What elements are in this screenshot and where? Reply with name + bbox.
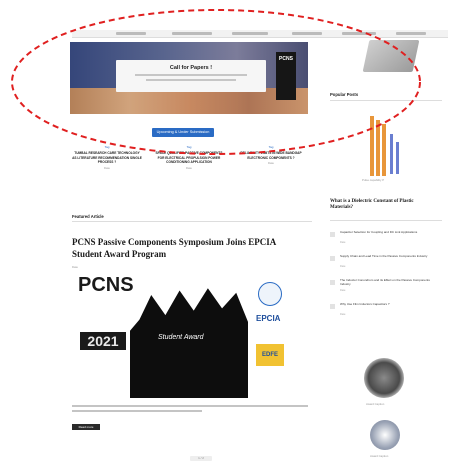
badge-caption: Award Caption <box>370 454 389 458</box>
nav-link-6[interactable] <box>396 32 426 35</box>
post-date: Date <box>340 265 346 268</box>
pcns-logo: PCNS <box>276 52 296 100</box>
top-navigation <box>72 30 448 38</box>
news-date: Date <box>186 165 192 170</box>
related-posts-list: Capacitor Selection for Coupling and DC … <box>330 230 440 326</box>
post-date: Date <box>340 289 346 292</box>
hero-subtext-line <box>146 79 236 81</box>
post-title[interactable]: Capacitor Selection for Coupling and DC … <box>340 230 434 234</box>
chart-bar <box>382 124 386 176</box>
featured-article-title[interactable]: PCNS Passive Components Symposium Joins … <box>72 236 308 260</box>
list-item[interactable]: Why Use Film Inductors Capacitors ? Date <box>330 302 440 326</box>
badge-caption: Award Caption <box>366 402 385 406</box>
list-item[interactable]: Supply Chain and Lead Time in the Passiv… <box>330 254 440 278</box>
news-tag[interactable]: Tag <box>154 145 224 149</box>
featured-excerpt <box>72 405 308 416</box>
sidebar-post-title[interactable]: What is a Dielectric Constant of Plastic… <box>330 199 434 211</box>
sidebar-divider <box>330 100 442 101</box>
post-date: Date <box>340 313 346 316</box>
news-date: Date <box>268 161 274 165</box>
award-pcns-logo: PCNS <box>78 274 134 296</box>
epcia-logo: EPCIA <box>256 314 281 323</box>
student-award-caption: Student Award <box>158 334 204 341</box>
student-award-image[interactable]: PCNS 2021 Student Award EPCIA EDFE <box>72 272 310 398</box>
chart-caption: Pulse capability P <box>362 178 385 182</box>
award-year: 2021 <box>80 332 126 350</box>
award-badge-icon[interactable] <box>364 358 404 398</box>
news-date: Date <box>104 165 110 170</box>
hero-banner[interactable]: Call for Papers ! PCNS <box>70 42 308 114</box>
post-thumbnail <box>330 256 335 261</box>
popular-posts-heading: Popular Posts <box>330 92 359 97</box>
post-thumbnail <box>330 280 335 285</box>
news-title[interactable]: TUMBAL RESEARCH CARE TECHNOLOGY AS LITER… <box>72 151 142 165</box>
news-item[interactable]: Tag TUMBAL RESEARCH CARE TECHNOLOGY AS L… <box>72 145 142 170</box>
popular-post-chart-image[interactable]: Pulse capability P <box>346 114 422 186</box>
news-item[interactable]: Tag RELIABILITY LIMITS IN WIDE BANDGAP E… <box>236 145 306 165</box>
section-divider <box>72 221 312 222</box>
news-title[interactable]: RELIABILITY LIMITS IN WIDE BANDGAP ELECT… <box>236 151 306 160</box>
news-tag[interactable]: Tag <box>72 145 142 149</box>
upcoming-submission-button[interactable]: Upcoming & Under Submission <box>152 128 214 137</box>
post-title[interactable]: Why Use Film Inductors Capacitors ? <box>340 302 434 306</box>
pcns-logo-text: PCNS <box>279 56 293 62</box>
graduates-silhouette <box>130 288 248 398</box>
chart-bar <box>390 134 393 174</box>
excerpt-line <box>72 405 308 407</box>
sidebar-divider <box>330 220 442 221</box>
call-for-papers-box[interactable]: Call for Papers ! <box>116 60 266 92</box>
nav-link-4[interactable] <box>292 32 322 35</box>
list-item[interactable]: The Inductor Conundrum and its Effect on… <box>330 278 440 302</box>
hero-heading: Call for Papers ! <box>169 65 213 71</box>
post-thumbnail <box>330 304 335 309</box>
read-more-button[interactable]: Read more <box>72 424 100 430</box>
news-title[interactable]: SPACE QUALIFIED PASSIVE COMPONENTS FOR E… <box>154 151 224 165</box>
featured-section-label: Featured Article <box>72 214 104 219</box>
news-tag[interactable]: Tag <box>236 145 306 149</box>
post-thumbnail <box>330 232 335 237</box>
hero-subtext-line <box>135 74 247 76</box>
chart-bar <box>396 142 399 174</box>
nav-link-5[interactable] <box>342 32 376 35</box>
nav-link-1[interactable] <box>116 32 146 35</box>
excerpt-line <box>72 410 202 412</box>
nav-link-3[interactable] <box>232 32 268 35</box>
post-title[interactable]: Supply Chain and Lead Time in the Passiv… <box>340 254 434 258</box>
chart-bar <box>376 120 380 176</box>
list-item[interactable]: Capacitor Selection for Coupling and DC … <box>330 230 440 254</box>
featured-article-meta: Date <box>72 265 78 269</box>
edfe-logo: EDFE <box>256 344 284 366</box>
nav-link-2[interactable] <box>172 32 212 35</box>
chart-bar <box>370 116 374 176</box>
partner-seal-icon <box>258 282 282 306</box>
news-item[interactable]: Tag SPACE QUALIFIED PASSIVE COMPONENTS F… <box>154 145 224 170</box>
post-title[interactable]: The Inductor Conundrum and its Effect on… <box>340 278 434 286</box>
post-date: Date <box>340 241 346 244</box>
pagination[interactable]: 1 / 2 <box>190 456 212 461</box>
epci-badge-icon[interactable] <box>370 420 400 450</box>
sidebar-product-image[interactable] <box>362 40 420 72</box>
